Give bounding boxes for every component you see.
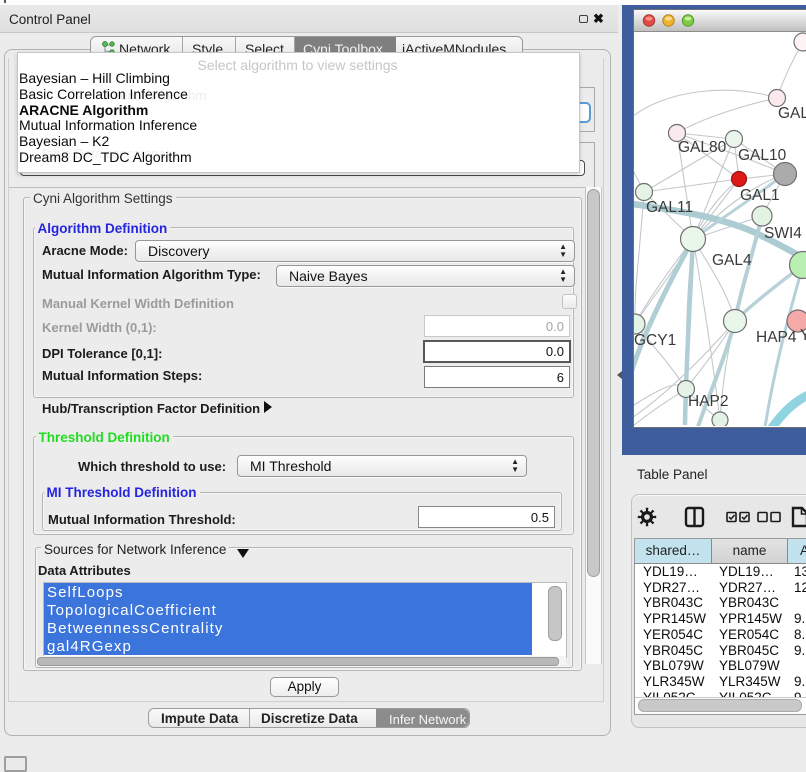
svg-text:GAL4: GAL4 — [712, 252, 752, 269]
svg-text:GCY1: GCY1 — [634, 332, 676, 349]
svg-text:HAP4: HAP4 — [756, 329, 797, 346]
svg-text:SWI4: SWI4 — [764, 225, 802, 242]
svg-text:GAL7: GAL7 — [778, 105, 806, 122]
svg-text:GAL1: GAL1 — [740, 187, 780, 204]
svg-text:Y: Y — [800, 327, 806, 344]
svg-text:GAL11: GAL11 — [646, 199, 693, 216]
svg-text:GAL80: GAL80 — [678, 139, 727, 156]
svg-text:GAL10: GAL10 — [738, 147, 787, 164]
svg-text:HAP2: HAP2 — [688, 393, 729, 410]
